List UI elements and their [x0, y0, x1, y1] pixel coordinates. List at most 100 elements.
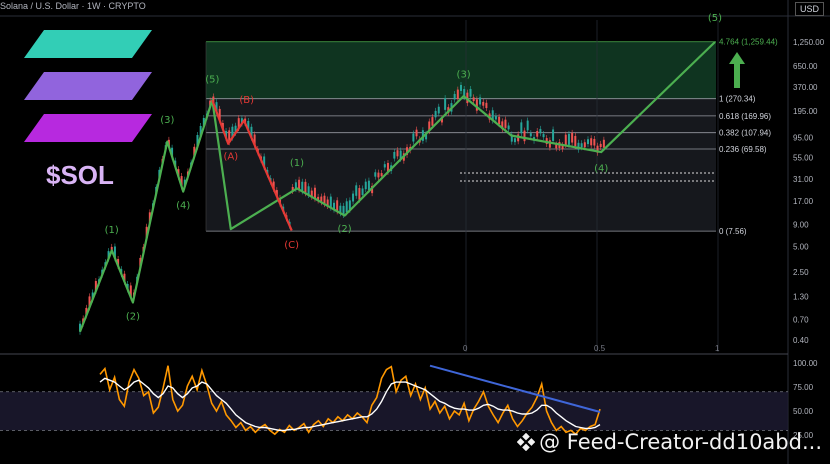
fib-level-label: 4.764 (1,259.44) — [719, 38, 778, 47]
wave-label: (4) — [594, 163, 608, 174]
wave-label: (A) — [223, 152, 238, 163]
candle-body — [345, 201, 348, 213]
logo-stripe — [24, 72, 152, 100]
candle-body — [444, 98, 447, 110]
y-tick-label: 95.00 — [793, 133, 814, 142]
candle-body — [513, 138, 516, 143]
y-tick-label: 5.00 — [793, 242, 809, 251]
candle-body — [520, 122, 523, 134]
y-tick-label: 650.00 — [793, 62, 818, 71]
wave-label: (5) — [708, 13, 722, 24]
candle-body — [555, 144, 558, 149]
candle-body — [431, 117, 434, 126]
candle-body — [602, 139, 605, 148]
wave-label: (C) — [284, 240, 299, 251]
candle-body — [393, 151, 396, 159]
price-chart-canvas: 4.764 (1,259.44) 1 (270.34) 0.618 (169.96)… — [0, 0, 830, 464]
y-tick-label: 55.00 — [793, 154, 814, 163]
candle-body — [552, 129, 555, 141]
fib-level-label: 0.382 (107.94) — [719, 129, 771, 138]
logo-stripe — [24, 114, 152, 142]
candle-body — [583, 142, 586, 148]
y-tick-label: 1.30 — [793, 292, 809, 301]
candle-body — [507, 125, 510, 130]
candle-body — [434, 110, 437, 118]
watermark-text: @ Feed-Creator-dd10abd... — [539, 430, 822, 454]
x-tick-label: 0 — [463, 344, 468, 353]
candle-body — [542, 134, 545, 138]
candle-body — [504, 119, 507, 128]
osc-y-tick-label: 75.00 — [793, 383, 814, 392]
wave-label: (2) — [337, 224, 351, 235]
candle-body — [539, 128, 542, 134]
candle-body — [374, 172, 377, 177]
watermark: @ Feed-Creator-dd10abd... — [517, 430, 822, 454]
y-tick-label: 1,250.00 — [793, 38, 825, 47]
candle-body — [485, 102, 488, 109]
candle-body — [482, 101, 485, 106]
y-tick-label: 9.00 — [793, 221, 809, 230]
candle-body — [599, 143, 602, 148]
candle-body — [498, 116, 501, 125]
candle-body — [567, 133, 570, 145]
wave-label: (5) — [205, 74, 219, 85]
candle-body — [460, 84, 462, 91]
candle-body — [361, 188, 364, 195]
fib-level-label: 0.618 (169.96) — [719, 112, 771, 121]
candle-body — [383, 164, 386, 168]
candle-body — [304, 181, 307, 194]
candle-body — [472, 97, 475, 102]
wave-label: (1) — [105, 225, 119, 236]
fib-level-label: 0.236 (69.58) — [719, 145, 767, 154]
candle-body — [456, 89, 459, 99]
chart-header: Solana / U.S. Dollar · 1W · CRYPTO — [0, 1, 146, 11]
candle-body — [479, 97, 482, 105]
osc-y-tick-label: 100.00 — [793, 359, 818, 368]
binance-logo-icon — [517, 433, 536, 451]
candle-body — [587, 139, 589, 145]
candle-body — [590, 138, 593, 146]
candle-body — [377, 172, 380, 178]
fib-level-label: 0 (7.56) — [719, 227, 747, 236]
y-tick-label: 0.40 — [793, 336, 809, 345]
y-tick-label: 2.50 — [793, 268, 809, 277]
candle-body — [437, 106, 440, 114]
candle-body — [574, 135, 577, 146]
wave-label: (1) — [290, 158, 304, 169]
candle-body — [396, 150, 399, 157]
candle-body — [364, 181, 367, 190]
candle-body — [523, 130, 526, 142]
wave-label: (B) — [239, 95, 254, 106]
candle-body — [469, 88, 472, 97]
candle-body — [529, 133, 532, 137]
y-tick-label: 0.70 — [793, 315, 809, 324]
candle-body — [564, 134, 567, 145]
currency-badge[interactable]: USD — [794, 2, 824, 16]
wave-label: (3) — [457, 69, 471, 80]
y-tick-label: 195.00 — [793, 107, 818, 116]
candle-body — [494, 115, 497, 120]
y-tick-label: 17.00 — [793, 197, 814, 206]
wave-label: (2) — [126, 311, 140, 322]
candle-body — [355, 185, 358, 196]
candle-body — [367, 180, 370, 191]
y-tick-label: 31.00 — [793, 175, 814, 184]
candle-body — [415, 129, 418, 137]
candle-body — [453, 93, 456, 100]
target-arrow-icon — [729, 52, 745, 88]
candle-body — [412, 133, 415, 142]
candle-body — [548, 140, 551, 148]
candle-body — [593, 138, 596, 146]
ticker-label: $SOL — [46, 160, 114, 190]
osc-y-tick-label: 50.00 — [793, 407, 814, 416]
candle-body — [358, 188, 361, 200]
x-tick-label: 1 — [715, 344, 720, 353]
wave-label: (3) — [160, 115, 174, 126]
candle-body — [571, 132, 574, 143]
logo-stripe — [24, 30, 152, 58]
candle-body — [580, 143, 583, 148]
candle-body — [526, 120, 529, 131]
fib-level-label: 1 (270.34) — [719, 95, 756, 104]
x-tick-label: 0.5 — [594, 344, 606, 353]
candle-body — [380, 173, 383, 177]
